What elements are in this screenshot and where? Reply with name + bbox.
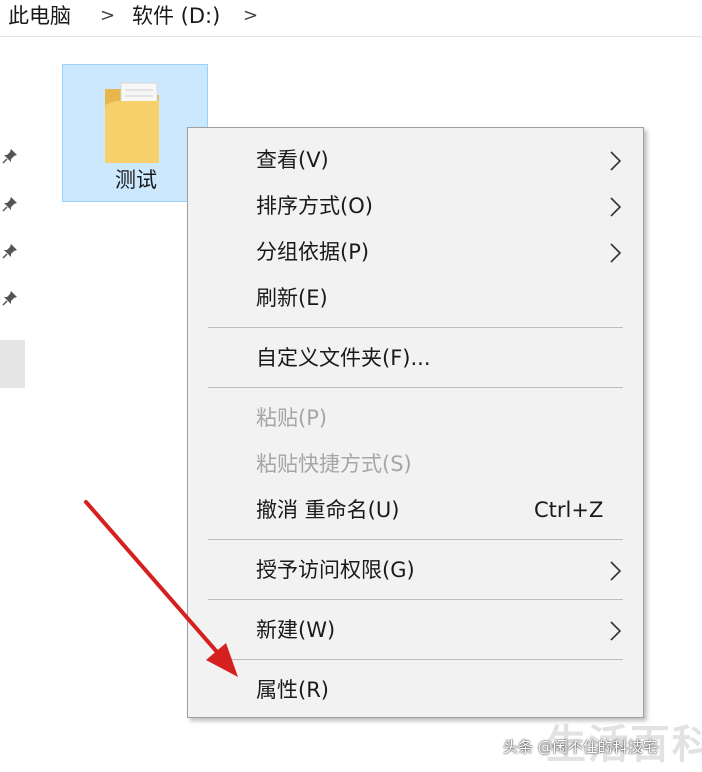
menu-item-label: 粘贴快捷方式(S) [256,452,412,476]
breadcrumb-this-pc[interactable]: 此电脑 [8,3,71,29]
menu-item-shortcut: Ctrl+Z [534,498,604,522]
menu-item-label: 刷新(E) [256,286,328,310]
menu-item-group-by[interactable]: 分组依据(P) [188,232,643,272]
pin-icon[interactable] [2,148,18,164]
menu-item-label: 授予访问权限(G) [256,558,415,582]
breadcrumb-separator[interactable]: > [100,3,115,29]
menu-separator [208,659,623,660]
menu-item-give-access[interactable]: 授予访问权限(G) [188,550,643,590]
menu-item-label: 查看(V) [256,148,329,172]
chevron-right-icon [610,561,622,581]
pin-icon[interactable] [2,243,18,259]
watermark-source: 头条 @闲不住的科技宅 [503,738,658,756]
menu-item-undo-rename[interactable]: 撤消 重命名(U) Ctrl+Z [188,490,643,530]
menu-item-properties[interactable]: 属性(R) [188,670,643,710]
pin-icon[interactable] [2,290,18,306]
menu-item-label: 排序方式(O) [256,194,373,218]
breadcrumb-separator[interactable]: > [243,3,258,29]
chevron-right-icon [610,197,622,217]
menu-separator [208,599,623,600]
menu-separator [208,539,623,540]
chevron-right-icon [610,151,622,171]
menu-item-label: 新建(W) [256,618,336,642]
menu-item-new[interactable]: 新建(W) [188,610,643,650]
breadcrumb: 此电脑 > 软件 (D:) > [0,0,702,37]
menu-item-paste-shortcut: 粘贴快捷方式(S) [188,444,643,484]
menu-separator [208,327,623,328]
pin-icon[interactable] [2,196,18,212]
menu-separator [208,387,623,388]
menu-item-view[interactable]: 查看(V) [188,140,643,180]
menu-item-customize-folder[interactable]: 自定义文件夹(F)... [188,338,643,378]
menu-item-label: 撤消 重命名(U) [256,498,400,522]
menu-item-label: 分组依据(P) [256,240,370,264]
menu-item-paste: 粘贴(P) [188,398,643,438]
menu-item-label: 属性(R) [256,678,329,702]
nav-selected-item[interactable] [0,340,25,388]
menu-item-sort-by[interactable]: 排序方式(O) [188,186,643,226]
context-menu: 查看(V) 排序方式(O) 分组依据(P) 刷新(E) 自定义文件夹(F)...… [187,127,644,718]
folder-icon [105,82,159,163]
menu-item-label: 自定义文件夹(F)... [256,346,431,370]
menu-item-label: 粘贴(P) [256,406,328,430]
menu-item-refresh[interactable]: 刷新(E) [188,278,643,318]
chevron-right-icon [610,621,622,641]
breadcrumb-drive-d[interactable]: 软件 (D:) [132,3,220,29]
chevron-right-icon [610,243,622,263]
